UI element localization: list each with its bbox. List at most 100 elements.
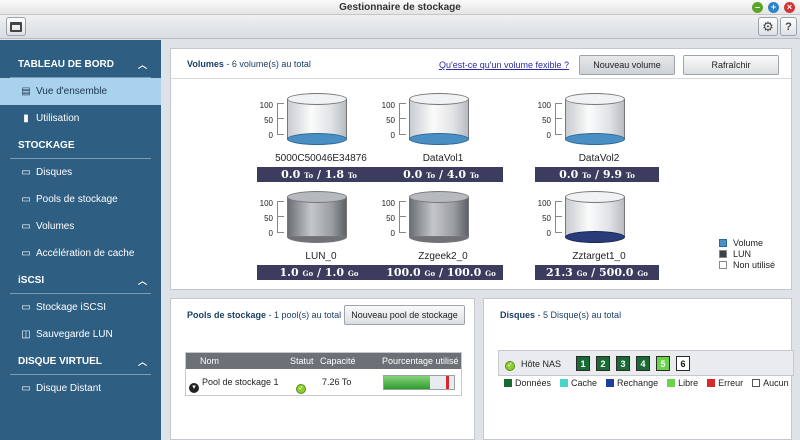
usage-threshold-marker (446, 376, 449, 389)
refresh-button[interactable]: Rafraîchir (683, 55, 779, 75)
help-icon: ? (785, 20, 792, 33)
volume-cylinder-icon (565, 93, 625, 145)
disk-slot[interactable]: 1 (576, 356, 590, 371)
legend-label: LUN (733, 248, 752, 259)
disk-slot[interactable]: 3 (616, 356, 630, 371)
pool-icon: ▭ (21, 194, 31, 205)
sidebar-item-remote-disk[interactable]: ▭ Disque Distant (0, 375, 161, 402)
table-row[interactable]: ▾ Pool de stockage 1 ✓ 7.26 To (186, 369, 461, 395)
legend-swatch (707, 379, 716, 387)
disks-panel-header: Disques - 5 Disque(s) au total (484, 299, 791, 331)
sidebar-item-disks[interactable]: ▭ Disques (0, 159, 161, 186)
legend-swatch (719, 238, 727, 247)
volume-card[interactable]: 100 50 0 Zzgeek2_0 100.0 Go / 100.0 Go (373, 191, 503, 291)
pool-table: Nom Statut Capacité Pourcentage utilisé … (185, 352, 462, 396)
cache-icon: ▭ (21, 248, 31, 259)
tick-label: 50 (264, 116, 273, 125)
tick-label: 100 (259, 199, 273, 208)
volumes-title-label: Volumes (187, 59, 224, 69)
disks-title-label: Disques (500, 310, 536, 320)
volume-name: DataVol1 (422, 153, 464, 164)
sidebar-section-dashboard[interactable]: TABLEAU DE BORD ︿ (0, 51, 161, 77)
legend-item-unused: Non utilisé (719, 259, 775, 270)
volume-card[interactable]: 100 50 0 DataVol2 0.0 To / 9.9 To (529, 93, 659, 193)
volume-used: 0.0 (281, 168, 301, 181)
sidebar-item-iscsi-storage[interactable]: ▭ Stockage iSCSI (0, 294, 161, 321)
settings-button[interactable]: ⚙ (758, 17, 778, 36)
disk-slot[interactable]: 6 (676, 356, 690, 371)
volume-total: 4.0 (446, 168, 466, 181)
tick-label: 0 (546, 229, 551, 238)
sidebar: TABLEAU DE BORD ︿ ▤ Vue d'ensemble ▮ Uti… (0, 40, 161, 440)
disk-slot[interactable]: 2 (596, 356, 610, 371)
legend-item-lun: LUN (719, 248, 775, 259)
volume-total: 9.9 (602, 168, 622, 181)
legend-item-volume: Volume (719, 237, 775, 248)
minimize-icon[interactable]: – (752, 2, 763, 13)
legend-swatch (606, 379, 615, 387)
help-button[interactable]: ? (780, 17, 797, 36)
nas-host-row: ✓ Hôte NAS 123456 (498, 350, 794, 376)
volumes-count: - 6 volume(s) au total (226, 59, 311, 69)
sidebar-item-lun-backup[interactable]: ◫ Sauvegarde LUN (0, 321, 161, 348)
sidebar-item-overview[interactable]: ▤ Vue d'ensemble (0, 78, 161, 105)
sidebar-item-label: Disques (36, 167, 73, 178)
sidebar-item-label: Utilisation (36, 113, 80, 124)
sidebar-item-label: Volumes (36, 221, 75, 232)
volume-unit: To (304, 171, 314, 180)
disk-legend-item: Libre (667, 378, 698, 388)
sidebar-item-usage[interactable]: ▮ Utilisation (0, 105, 161, 132)
volume-unit: To (426, 171, 436, 180)
new-pool-button[interactable]: Nouveau pool de stockage (344, 305, 465, 325)
legend-swatch (504, 379, 512, 387)
disk-legend-item: Erreur (707, 378, 743, 388)
volume-unit: Go (347, 269, 359, 278)
volume-unit: Go (637, 269, 648, 278)
sidebar-item-volumes[interactable]: ▭ Volumes (0, 213, 161, 240)
toolbar: ⚙ ? (0, 15, 800, 39)
legend-swatch (560, 379, 569, 387)
sidebar-section-iscsi[interactable]: iSCSI ︿ (0, 267, 161, 293)
close-icon[interactable]: × (784, 2, 795, 13)
volume-used: 1.0 (279, 266, 299, 279)
maximize-icon[interactable]: + (768, 2, 779, 13)
tick-label: 50 (542, 214, 551, 223)
column-usage: Pourcentage utilisé (382, 356, 459, 366)
volume-total: 100.0 (446, 266, 482, 279)
column-status: Statut (290, 356, 314, 366)
volume-card[interactable]: 100 50 0 Zztarget1_0 21.3 Go / 500.0 Go (529, 191, 659, 291)
scale-labels: 100 50 0 (373, 199, 395, 244)
pools-title-label: Pools de stockage (187, 310, 267, 320)
disk-slot[interactable]: 4 (636, 356, 650, 371)
tick-label: 100 (381, 199, 395, 208)
disks-panel: Disques - 5 Disque(s) au total ✓ Hôte NA… (483, 298, 794, 440)
sidebar-section-storage[interactable]: STOCKAGE (0, 132, 161, 158)
volume-capacity: 1.0 Go / 1.0 Go (257, 265, 381, 280)
disk-legend: Données Cache Rechange Libre Erreur Aucun (504, 378, 798, 388)
volume-name: DataVol2 (578, 153, 620, 164)
sidebar-item-pools[interactable]: ▭ Pools de stockage (0, 186, 161, 213)
sidebar-section-label: iSCSI (18, 274, 45, 286)
disk-icon: ▭ (21, 167, 31, 178)
volume-total: 1.0 (324, 266, 344, 279)
volume-name: Zztarget1_0 (572, 251, 626, 262)
new-volume-button[interactable]: Nouveau volume (579, 55, 675, 75)
volume-name: Zzgeek2_0 (418, 251, 468, 262)
sidebar-section-virtual-disk[interactable]: DISQUE VIRTUEL ︿ (0, 348, 161, 374)
volume-fill (565, 133, 625, 145)
sidebar-item-cache[interactable]: ▭ Accélération de cache (0, 240, 161, 267)
volume-card[interactable]: 100 50 0 LUN_0 1.0 Go / 1.0 Go (251, 191, 381, 291)
disk-legend-item: Données (504, 378, 551, 388)
pools-panel-header: Pools de stockage - 1 pool(s) au total N… (171, 299, 474, 331)
flexible-volume-link[interactable]: Qu'est-ce qu'un volume fexible ? (439, 60, 569, 70)
volume-unit: To (582, 171, 592, 180)
disk-slot[interactable]: 5 (656, 356, 670, 371)
volume-card[interactable]: 100 50 0 DataVol1 0.0 To / 4.0 To (373, 93, 503, 193)
disk-legend-item: Rechange (606, 378, 658, 388)
volume-cylinder-icon (287, 93, 347, 145)
volume-capacity: 0.0 To / 4.0 To (379, 167, 503, 182)
window-toggle-button[interactable] (6, 17, 26, 36)
volume-unit: Go (485, 269, 496, 278)
volume-card[interactable]: 100 50 0 5000C50046E34876 0.0 To / 1.8 To (251, 93, 381, 193)
legend-label: Libre (678, 378, 699, 388)
